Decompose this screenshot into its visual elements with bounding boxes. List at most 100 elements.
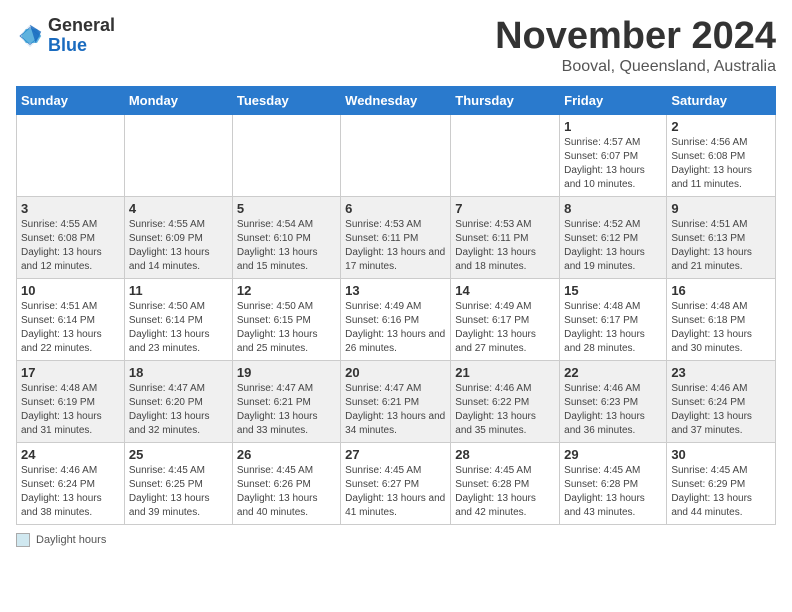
day-number: 30 [671, 447, 771, 462]
calendar-cell: 9Sunrise: 4:51 AMSunset: 6:13 PMDaylight… [667, 196, 776, 278]
header-tuesday: Tuesday [232, 86, 340, 114]
day-info: Sunrise: 4:48 AMSunset: 6:17 PMDaylight:… [564, 301, 645, 354]
calendar-body: 1Sunrise: 4:57 AMSunset: 6:07 PMDaylight… [17, 114, 776, 524]
day-info: Sunrise: 4:47 AMSunset: 6:20 PMDaylight:… [129, 383, 210, 436]
day-number: 27 [345, 447, 446, 462]
calendar-cell: 6Sunrise: 4:53 AMSunset: 6:11 PMDaylight… [341, 196, 451, 278]
calendar-cell: 14 Sunrise: 4:49 AMSunset: 6:17 PMDayligh… [451, 278, 560, 360]
day-info: Sunrise: 4:45 AMSunset: 6:28 PMDaylight:… [564, 465, 645, 518]
calendar-cell: 2Sunrise: 4:56 AMSunset: 6:08 PMDaylight… [667, 114, 776, 196]
day-info: Sunrise: 4:51 AMSunset: 6:14 PMDaylight:… [21, 301, 102, 354]
calendar-cell: 7Sunrise: 4:53 AMSunset: 6:11 PMDaylight… [451, 196, 560, 278]
day-number: 4 [129, 201, 228, 216]
day-number: 10 [21, 283, 120, 298]
day-info: Sunrise: 4:49 AMSunset: 6:17 PMDaylight:… [455, 301, 536, 354]
calendar-cell [17, 114, 125, 196]
footer-label: Daylight hours [36, 534, 106, 546]
day-number: 14 [455, 283, 555, 298]
calendar-cell: 24 Sunrise: 4:46 AMSunset: 6:24 PMDayligh… [17, 442, 125, 524]
day-info: Sunrise: 4:46 AMSunset: 6:22 PMDaylight:… [455, 383, 536, 436]
calendar-cell: 12 Sunrise: 4:50 AMSunset: 6:15 PMDayligh… [232, 278, 340, 360]
day-info: Sunrise: 4:54 AMSunset: 6:10 PMDaylight:… [237, 219, 318, 272]
footer-box [16, 533, 30, 547]
day-info: Sunrise: 4:48 AMSunset: 6:19 PMDaylight:… [21, 383, 102, 436]
calendar-cell: 1Sunrise: 4:57 AMSunset: 6:07 PMDaylight… [560, 114, 667, 196]
calendar-cell: 8 Sunrise: 4:52 AMSunset: 6:12 PMDaylight… [560, 196, 667, 278]
title-block: November 2024 Booval, Queensland, Austra… [495, 16, 776, 76]
calendar-cell: 3 Sunrise: 4:55 AMSunset: 6:08 PMDaylight… [17, 196, 125, 278]
calendar-cell: 23 Sunrise: 4:46 AMSunset: 6:24 PMDayligh… [667, 360, 776, 442]
day-number: 23 [671, 365, 771, 380]
day-number: 11 [129, 283, 228, 298]
calendar-cell: 29 Sunrise: 4:45 AMSunset: 6:28 PMDayligh… [560, 442, 667, 524]
day-info: Sunrise: 4:46 AMSunset: 6:23 PMDaylight:… [564, 383, 645, 436]
calendar-cell [124, 114, 232, 196]
calendar-table: Sunday Monday Tuesday Wednesday Thursday… [16, 86, 776, 525]
day-number: 1 [564, 119, 662, 134]
day-number: 28 [455, 447, 555, 462]
calendar-cell: 18 Sunrise: 4:47 AMSunset: 6:20 PMDayligh… [124, 360, 232, 442]
calendar-cell: 22 Sunrise: 4:46 AMSunset: 6:23 PMDayligh… [560, 360, 667, 442]
calendar-cell: 10 Sunrise: 4:51 AMSunset: 6:14 PMDayligh… [17, 278, 125, 360]
day-info: Sunrise: 4:47 AMSunset: 6:21 PMDaylight:… [237, 383, 318, 436]
header-thursday: Thursday [451, 86, 560, 114]
logo-general: General [48, 16, 115, 36]
page-subtitle: Booval, Queensland, Australia [495, 58, 776, 76]
day-number: 16 [671, 283, 771, 298]
calendar-cell: 21 Sunrise: 4:46 AMSunset: 6:22 PMDayligh… [451, 360, 560, 442]
header-saturday: Saturday [667, 86, 776, 114]
day-info: Sunrise: 4:55 AMSunset: 6:08 PMDaylight:… [21, 219, 102, 272]
calendar-cell: 27 Sunrise: 4:45 AMSunset: 6:27 PMDayligh… [341, 442, 451, 524]
day-number: 26 [237, 447, 336, 462]
header-monday: Monday [124, 86, 232, 114]
day-info: Sunrise: 4:46 AMSunset: 6:24 PMDaylight:… [21, 465, 102, 518]
header-friday: Friday [560, 86, 667, 114]
calendar-cell: 5Sunrise: 4:54 AMSunset: 6:10 PMDaylight… [232, 196, 340, 278]
day-number: 7 [455, 201, 555, 216]
day-info: Sunrise: 4:52 AMSunset: 6:12 PMDaylight:… [564, 219, 645, 272]
calendar-cell: 17 Sunrise: 4:48 AMSunset: 6:19 PMDayligh… [17, 360, 125, 442]
logo-blue: Blue [48, 36, 115, 56]
day-number: 17 [21, 365, 120, 380]
calendar-cell: 28 Sunrise: 4:45 AMSunset: 6:28 PMDayligh… [451, 442, 560, 524]
calendar-cell: 20 Sunrise: 4:47 AMSunset: 6:21 PMDayligh… [341, 360, 451, 442]
day-number: 21 [455, 365, 555, 380]
calendar-week-2: 3 Sunrise: 4:55 AMSunset: 6:08 PMDaylight… [17, 196, 776, 278]
day-info: Sunrise: 4:47 AMSunset: 6:21 PMDaylight:… [345, 383, 445, 436]
day-info: Sunrise: 4:53 AMSunset: 6:11 PMDaylight:… [345, 219, 445, 272]
day-info: Sunrise: 4:45 AMSunset: 6:27 PMDaylight:… [345, 465, 445, 518]
day-number: 19 [237, 365, 336, 380]
day-number: 22 [564, 365, 662, 380]
page-title: November 2024 [495, 16, 776, 58]
calendar-week-4: 17 Sunrise: 4:48 AMSunset: 6:19 PMDayligh… [17, 360, 776, 442]
day-info: Sunrise: 4:50 AMSunset: 6:14 PMDaylight:… [129, 301, 210, 354]
day-number: 3 [21, 201, 120, 216]
day-info: Sunrise: 4:51 AMSunset: 6:13 PMDaylight:… [671, 219, 752, 272]
day-number: 24 [21, 447, 120, 462]
calendar-cell: 15 Sunrise: 4:48 AMSunset: 6:17 PMDayligh… [560, 278, 667, 360]
footer: Daylight hours [16, 533, 776, 547]
calendar-week-1: 1Sunrise: 4:57 AMSunset: 6:07 PMDaylight… [17, 114, 776, 196]
day-info: Sunrise: 4:46 AMSunset: 6:24 PMDaylight:… [671, 383, 752, 436]
day-number: 29 [564, 447, 662, 462]
calendar-cell: 13Sunrise: 4:49 AMSunset: 6:16 PMDayligh… [341, 278, 451, 360]
day-info: Sunrise: 4:45 AMSunset: 6:26 PMDaylight:… [237, 465, 318, 518]
calendar-cell: 25 Sunrise: 4:45 AMSunset: 6:25 PMDayligh… [124, 442, 232, 524]
day-number: 13 [345, 283, 446, 298]
day-info: Sunrise: 4:56 AMSunset: 6:08 PMDaylight:… [671, 137, 752, 190]
calendar-week-3: 10 Sunrise: 4:51 AMSunset: 6:14 PMDayligh… [17, 278, 776, 360]
day-number: 15 [564, 283, 662, 298]
calendar-cell: 26 Sunrise: 4:45 AMSunset: 6:26 PMDayligh… [232, 442, 340, 524]
day-info: Sunrise: 4:45 AMSunset: 6:28 PMDaylight:… [455, 465, 536, 518]
day-number: 25 [129, 447, 228, 462]
day-info: Sunrise: 4:48 AMSunset: 6:18 PMDaylight:… [671, 301, 752, 354]
day-info: Sunrise: 4:55 AMSunset: 6:09 PMDaylight:… [129, 219, 210, 272]
day-info: Sunrise: 4:45 AMSunset: 6:25 PMDaylight:… [129, 465, 210, 518]
day-number: 18 [129, 365, 228, 380]
day-number: 12 [237, 283, 336, 298]
day-info: Sunrise: 4:50 AMSunset: 6:15 PMDaylight:… [237, 301, 318, 354]
day-number: 20 [345, 365, 446, 380]
day-number: 8 [564, 201, 662, 216]
calendar-week-5: 24 Sunrise: 4:46 AMSunset: 6:24 PMDayligh… [17, 442, 776, 524]
header-sunday: Sunday [17, 86, 125, 114]
